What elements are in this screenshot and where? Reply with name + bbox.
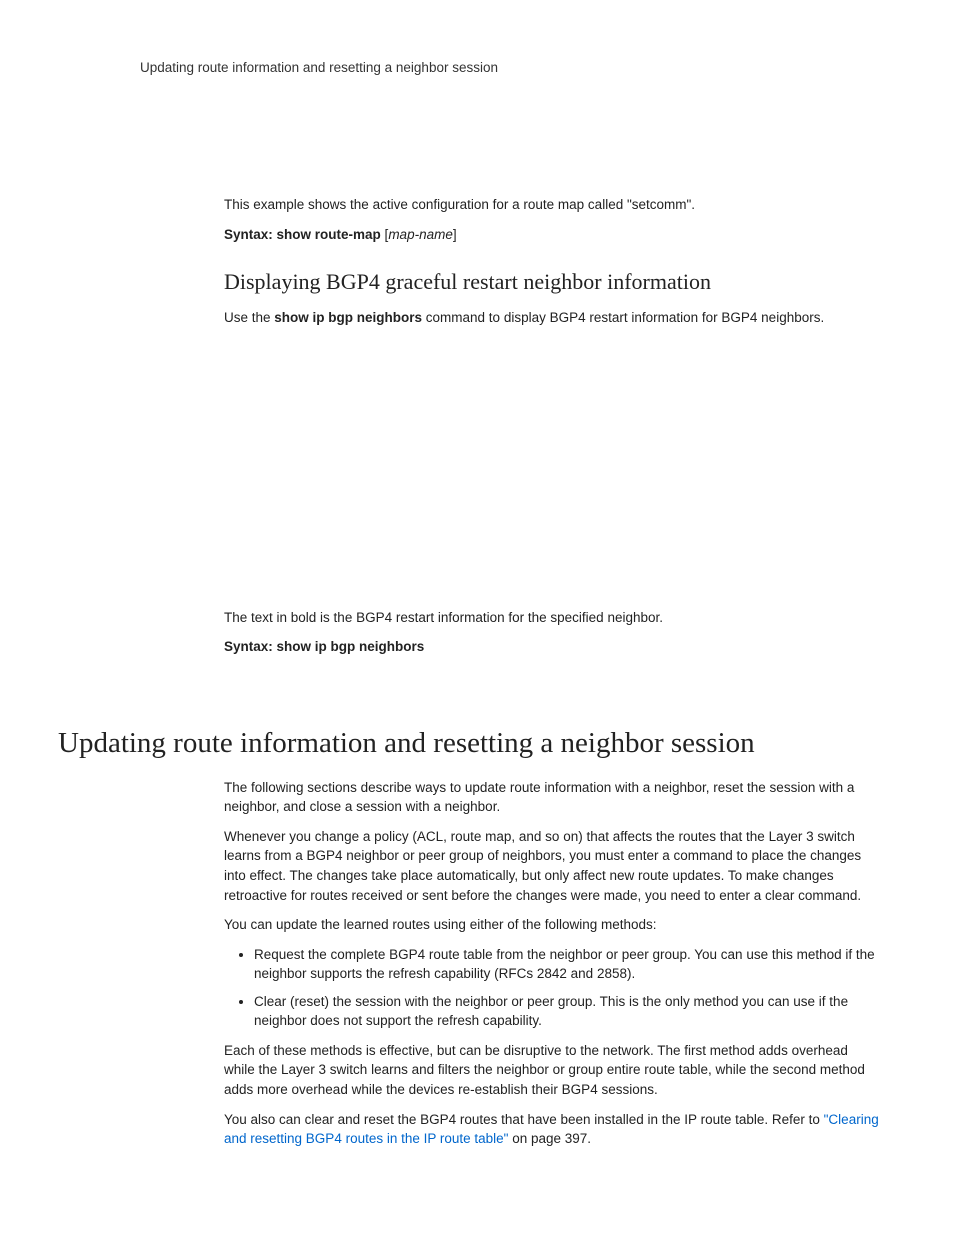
text: ] bbox=[453, 227, 457, 242]
list-item: Clear (reset) the session with the neigh… bbox=[254, 992, 880, 1031]
heading-wrapper: Updating route information and resetting… bbox=[0, 727, 880, 760]
bullet-list: Request the complete BGP4 route table fr… bbox=[224, 945, 880, 1031]
text: You also can clear and reset the BGP4 ro… bbox=[224, 1112, 824, 1127]
paragraph: Whenever you change a policy (ACL, route… bbox=[224, 827, 880, 905]
syntax-label: Syntax: bbox=[224, 639, 277, 654]
list-item: Request the complete BGP4 route table fr… bbox=[254, 945, 880, 984]
paragraph: The text in bold is the BGP4 restart inf… bbox=[224, 608, 880, 628]
text: command to display BGP4 restart informat… bbox=[422, 310, 824, 325]
paragraph: The following sections describe ways to … bbox=[224, 778, 880, 817]
paragraph: Each of these methods is effective, but … bbox=[224, 1041, 880, 1100]
content-block-intro: This example shows the active configurat… bbox=[224, 195, 880, 657]
output-placeholder bbox=[224, 338, 880, 608]
text: "setcomm". bbox=[627, 197, 695, 212]
content-block-update: The following sections describe ways to … bbox=[224, 778, 880, 1149]
syntax-command: show route-map bbox=[277, 227, 381, 242]
heading-graceful-restart: Displaying BGP4 graceful restart neighbo… bbox=[224, 266, 880, 298]
text: This example shows the active configurat… bbox=[224, 197, 627, 212]
intro-paragraph: This example shows the active configurat… bbox=[224, 195, 880, 215]
document-page: Updating route information and resetting… bbox=[0, 0, 954, 1149]
syntax-label: Syntax: bbox=[224, 227, 277, 242]
syntax-command: show ip bgp neighbors bbox=[277, 639, 425, 654]
syntax-line: Syntax: show ip bgp neighbors bbox=[224, 637, 880, 657]
syntax-line: Syntax: show route-map [map-name] bbox=[224, 225, 880, 245]
text: Use the bbox=[224, 310, 274, 325]
paragraph: You can update the learned routes using … bbox=[224, 915, 880, 935]
command-name: show ip bgp neighbors bbox=[274, 310, 422, 325]
paragraph: Use the show ip bgp neighbors command to… bbox=[224, 308, 880, 328]
spacer bbox=[140, 667, 880, 687]
heading-update-route: Updating route information and resetting… bbox=[58, 727, 880, 760]
running-header: Updating route information and resetting… bbox=[140, 60, 880, 75]
syntax-param: map-name bbox=[388, 227, 453, 242]
text: on page 397. bbox=[508, 1131, 591, 1146]
paragraph: You also can clear and reset the BGP4 ro… bbox=[224, 1110, 880, 1149]
